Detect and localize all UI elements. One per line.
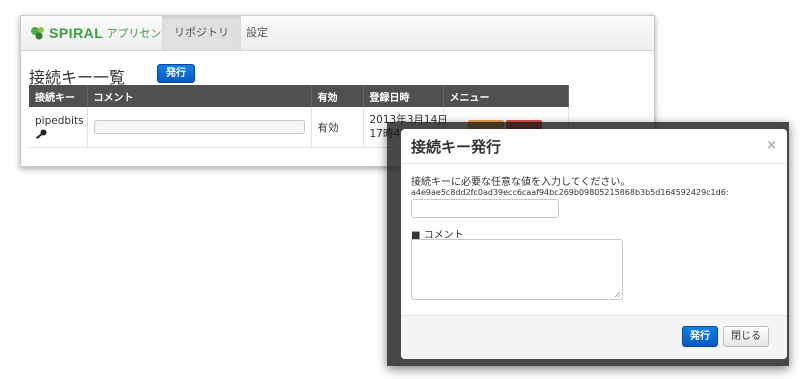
issue-button[interactable]: 発行 — [157, 64, 195, 83]
spiral-logo-icon — [31, 27, 44, 40]
modal-title: 接続キー発行 — [411, 138, 502, 156]
modal-header: 接続キー発行 × — [401, 129, 787, 164]
close-icon[interactable]: × — [766, 138, 777, 153]
resize-grip-icon[interactable] — [614, 291, 621, 298]
key-cell: pipedbits — [29, 107, 88, 148]
nav-settings[interactable]: 設定 — [234, 16, 280, 50]
header-comment: コメント — [87, 85, 312, 107]
key-hash: a4e9ae5c8dd2fc0ad39ecc6caaf94bc269b09805… — [411, 188, 729, 197]
modal-footer: 発行 閉じる — [401, 315, 787, 359]
comment-cell — [87, 107, 312, 148]
comment-textarea[interactable] — [411, 239, 623, 300]
key-icon — [35, 129, 47, 139]
enabled-cell: 有効 — [311, 107, 364, 148]
key-name: pipedbits — [35, 115, 84, 127]
navbar: SPIRAL アプリセンター リポジトリ 設定 — [21, 16, 654, 51]
brand[interactable]: SPIRAL アプリセンター — [29, 25, 183, 41]
issue-key-modal: 接続キー発行 × 接続キーに必要な任意な値を入力してください。 a4e9ae5c… — [401, 129, 787, 359]
header-key: 接続キー — [29, 85, 88, 107]
modal-issue-button[interactable]: 発行 — [682, 326, 718, 347]
header-date: 登録日時 — [363, 85, 444, 107]
nav-repository[interactable]: リポジトリ — [162, 16, 241, 50]
modal-close-button[interactable]: 閉じる — [723, 326, 769, 347]
table-header-row: 接続キー コメント 有効 登録日時 メニュー — [29, 85, 569, 107]
header-menu: メニュー — [443, 85, 569, 107]
brand-name: SPIRAL — [49, 25, 104, 41]
modal-description: 接続キーに必要な任意な値を入力してください。 — [411, 177, 631, 188]
row-comment-input[interactable] — [93, 120, 305, 134]
key-value-input[interactable] — [411, 199, 559, 218]
header-enabled: 有効 — [311, 85, 364, 107]
